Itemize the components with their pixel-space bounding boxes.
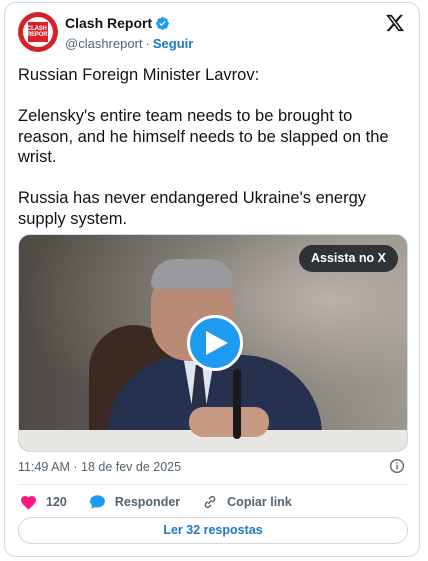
divider: [18, 484, 408, 485]
video-frame-microphone: [233, 369, 241, 439]
play-icon: [206, 331, 228, 355]
follow-button[interactable]: Seguir: [153, 36, 193, 51]
author-handle-row: @clashreport · Seguir: [65, 36, 193, 51]
tweet-paragraph: Russian Foreign Minister Lavrov:: [18, 66, 260, 84]
watch-on-x-button[interactable]: Assista no X: [298, 245, 398, 272]
reply-button[interactable]: Responder: [89, 494, 180, 510]
copy-link-button[interactable]: Copiar link: [202, 494, 292, 510]
like-count: 120: [46, 495, 67, 509]
avatar-logo-text: CLASH REPORT: [27, 26, 51, 38]
author-handle[interactable]: @clashreport: [65, 36, 143, 51]
tweet-paragraph: Russia has never endangered Ukraine's en…: [18, 189, 367, 228]
handle-separator: ·: [145, 36, 150, 51]
tweet-text: Russian Foreign Minister Lavrov: Zelensk…: [18, 65, 410, 250]
read-replies-button[interactable]: Ler 32 respostas: [18, 517, 408, 544]
like-button[interactable]: 120: [20, 494, 67, 510]
x-logo-icon[interactable]: [385, 13, 405, 33]
avatar[interactable]: CLASH REPORT: [18, 12, 58, 52]
reply-label: Responder: [114, 495, 181, 509]
info-icon[interactable]: [389, 458, 405, 474]
author-display-name[interactable]: Clash Report: [65, 15, 152, 31]
heart-icon: [21, 495, 36, 510]
verified-badge-icon: [156, 16, 170, 30]
copy-link-label: Copiar link: [227, 495, 292, 509]
play-button[interactable]: [187, 315, 243, 371]
tweet-card: CLASH REPORT Clash Report @clashreport ·…: [4, 2, 420, 557]
tweet-paragraph: Zelensky's entire team needs to be broug…: [18, 107, 389, 166]
speech-bubble-icon: [89, 495, 105, 509]
link-icon: [204, 495, 216, 509]
author-name-row: Clash Report: [65, 15, 170, 31]
tweet-timestamp[interactable]: 11:49 AM · 18 de fev de 2025: [18, 460, 181, 474]
action-bar: 120 Responder Copiar link: [20, 491, 314, 513]
video-player[interactable]: Assista no X: [18, 234, 408, 452]
